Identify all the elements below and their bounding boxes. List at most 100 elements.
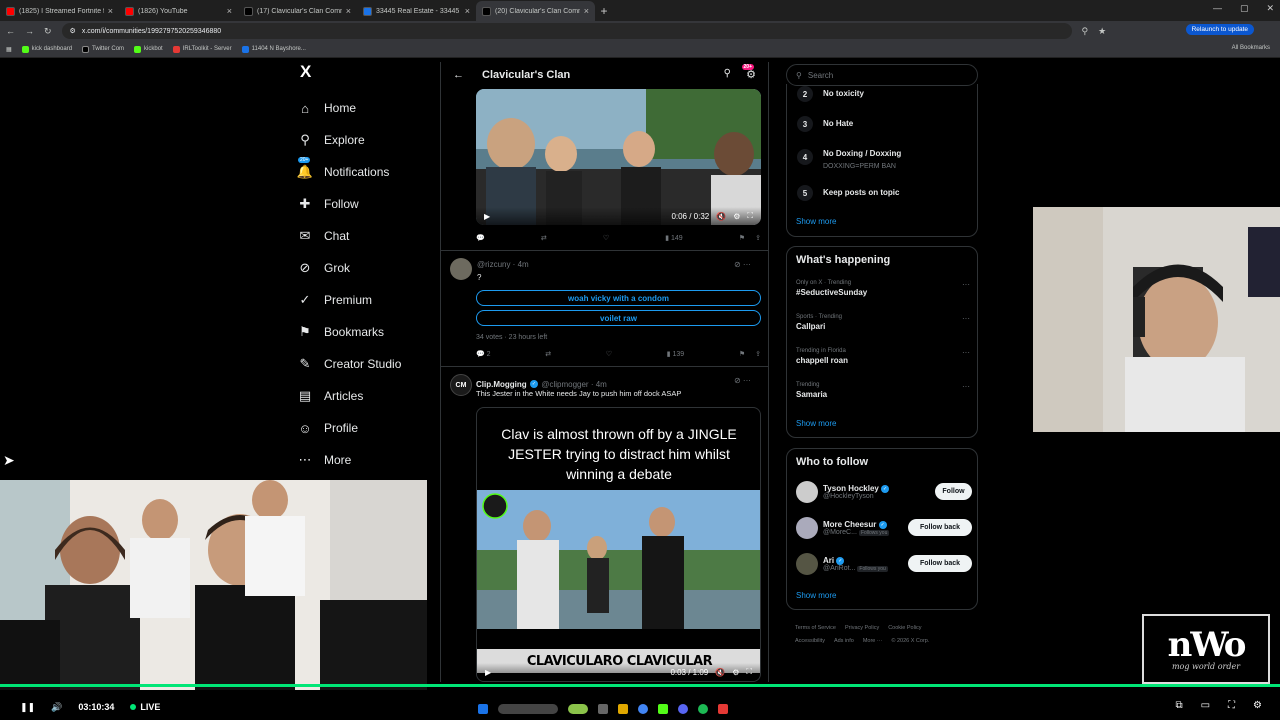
avatar[interactable] xyxy=(450,258,472,280)
star-icon[interactable]: ★ xyxy=(1098,26,1106,37)
fullscreen-icon[interactable]: ⛶ xyxy=(746,667,752,677)
page-scrollbar[interactable] xyxy=(1273,62,1278,462)
close-tab-icon[interactable]: × xyxy=(227,6,232,16)
follow-back-button[interactable]: Follow back xyxy=(908,519,972,536)
post-author[interactable]: Clip.Mogging ✓ @clipmogger · 4m xyxy=(476,376,607,390)
settings-icon[interactable]: ⚙ xyxy=(1253,700,1262,711)
post-video[interactable]: ▶ 0:06 / 0:32 🔇 ⚙ ⛶ xyxy=(476,89,761,225)
settings-icon[interactable]: ⚙ xyxy=(733,212,740,221)
close-tab-icon[interactable]: × xyxy=(584,6,589,16)
bookmark-item[interactable]: kickbot xyxy=(134,45,163,53)
site-info-icon[interactable]: ⚙ xyxy=(70,27,76,35)
share-icon[interactable]: ⇪ xyxy=(755,350,761,358)
footer-link[interactable]: More ··· xyxy=(863,638,883,644)
windows-start-icon[interactable] xyxy=(478,704,488,714)
nav-item-notifications[interactable]: 🔔 Notifications 20+ xyxy=(297,156,438,188)
footer-link[interactable]: Terms of Service xyxy=(795,625,836,631)
bookmark-icon[interactable]: ⚑ xyxy=(739,350,745,358)
share-icon[interactable]: ⇪ xyxy=(755,234,761,242)
show-more-link[interactable]: Show more xyxy=(796,419,836,428)
views-count[interactable]: ▮ 139 xyxy=(667,350,684,358)
browser-tab[interactable]: (1826) YouTube × xyxy=(119,1,238,21)
like-icon[interactable]: ♡ xyxy=(606,350,612,358)
footer-link[interactable]: © 2026 X Corp. xyxy=(891,638,929,644)
reply-icon[interactable]: 💬 xyxy=(476,234,485,242)
play-icon[interactable]: ▶ xyxy=(484,212,490,221)
back-arrow-icon[interactable]: ← xyxy=(453,69,464,81)
poll-option[interactable]: voilet raw xyxy=(476,310,761,326)
trend-item[interactable]: Only on X · Trending #SeductiveSunday ··· xyxy=(796,280,970,297)
suggested-user[interactable]: Ari ✓ @AriRot... Follows you Follow back xyxy=(796,550,972,578)
follow-back-button[interactable]: Follow back xyxy=(908,555,972,572)
fullscreen-icon[interactable]: ⛶ xyxy=(1228,700,1235,711)
nav-item-home[interactable]: ⌂ Home xyxy=(298,92,438,124)
nav-item-more[interactable]: ⋯ More xyxy=(298,444,438,476)
nav-item-bookmarks[interactable]: ⚑ Bookmarks xyxy=(298,316,438,348)
nav-item-articles[interactable]: ▤ Articles xyxy=(298,380,438,412)
maximize-icon[interactable]: ▢ xyxy=(1240,3,1249,14)
browser-tab[interactable]: (1825) I Streamed Fortnite for 1... × xyxy=(0,1,119,21)
nav-item-profile[interactable]: ☺ Profile xyxy=(298,412,438,444)
close-tab-icon[interactable]: × xyxy=(465,6,470,16)
bookmark-item[interactable]: Twitter Com xyxy=(82,45,124,53)
browser-tab[interactable]: (20) Clavicular's Clan Communi... × xyxy=(476,1,595,21)
footer-link[interactable]: Privacy Policy xyxy=(845,625,879,631)
nav-item-premium[interactable]: ✓ Premium xyxy=(298,284,438,316)
relaunch-button[interactable]: Relaunch to update xyxy=(1185,24,1254,35)
trend-item[interactable]: Trending in Florida chappell roan ··· xyxy=(796,348,970,365)
post-menu[interactable]: ⊘ ··· xyxy=(734,376,751,385)
spotify-icon[interactable] xyxy=(698,704,708,714)
forward-icon[interactable]: → xyxy=(25,26,34,36)
show-more-link[interactable]: Show more xyxy=(796,591,836,600)
close-tab-icon[interactable]: × xyxy=(346,6,351,16)
repost-icon[interactable]: ⇄ xyxy=(545,350,551,358)
minimize-icon[interactable]: — xyxy=(1213,3,1222,14)
search-input[interactable]: ⚲ Search xyxy=(786,64,978,86)
nav-item-explore[interactable]: ⚲ Explore xyxy=(298,124,438,156)
reply-count[interactable]: 💬 2 xyxy=(476,350,491,358)
post-video[interactable]: Clav is almost thrown off by a JINGLE JE… xyxy=(476,407,761,682)
nav-item-grok[interactable]: ⊘ Grok xyxy=(298,252,438,284)
suggested-user[interactable]: Tyson Hockley ✓ @HockleyTyson Follow xyxy=(796,478,972,506)
all-bookmarks-button[interactable]: All Bookmarks xyxy=(1232,45,1270,51)
reload-icon[interactable]: ↻ xyxy=(44,26,52,37)
bookmark-item[interactable]: IRLToolkit - Server xyxy=(172,45,232,53)
show-more-link[interactable]: Show more xyxy=(796,217,836,226)
back-icon[interactable]: ← xyxy=(6,26,15,36)
footer-link[interactable]: Ads info xyxy=(834,638,854,644)
close-tab-icon[interactable]: × xyxy=(108,6,113,16)
app-icon[interactable] xyxy=(718,704,728,714)
nav-item-follow[interactable]: ✚ Follow xyxy=(298,188,438,220)
browser-tab[interactable]: 33445 Real Estate - 33445 Hom... × xyxy=(357,1,476,21)
fullscreen-icon[interactable]: ⛶ xyxy=(747,211,753,221)
taskbar-search-icon[interactable] xyxy=(498,704,558,714)
repost-icon[interactable]: ⇄ xyxy=(541,234,547,242)
url-field[interactable]: ⚙ x.com/i/communities/199279752025934688… xyxy=(61,23,1072,39)
close-window-icon[interactable]: ✕ xyxy=(1266,3,1274,14)
new-tab-button[interactable]: + xyxy=(595,1,613,21)
like-icon[interactable]: ♡ xyxy=(603,234,609,242)
post-menu[interactable]: ⊘ ··· xyxy=(734,260,751,269)
taskbar-widget-icon[interactable] xyxy=(568,704,588,714)
poll-option[interactable]: woah vicky with a condom xyxy=(476,290,761,306)
views-count[interactable]: ▮ 149 xyxy=(665,234,682,242)
volume-icon[interactable]: 🔊 xyxy=(51,702,62,713)
browser-tab[interactable]: (17) Clavicular's Clan Communi... × xyxy=(238,1,357,21)
avatar[interactable]: CM xyxy=(450,374,472,396)
trend-item[interactable]: Sports · Trending Callpari ··· xyxy=(796,314,970,331)
settings-icon[interactable]: ⚙ xyxy=(732,668,739,677)
trend-item[interactable]: Trending Samaria ··· xyxy=(796,382,970,399)
footer-link[interactable]: Cookie Policy xyxy=(888,625,921,631)
mute-icon[interactable]: 🔇 xyxy=(716,212,726,221)
follow-button[interactable]: Follow xyxy=(935,483,972,500)
search-icon[interactable]: ⚲ xyxy=(724,68,731,79)
post-handle[interactable]: @rizcuny · 4m xyxy=(477,260,529,269)
pause-icon[interactable]: ❚❚ xyxy=(20,702,35,713)
footer-link[interactable]: Accessibility xyxy=(795,638,825,644)
mute-icon[interactable]: 🔇 xyxy=(715,668,725,677)
discord-icon[interactable] xyxy=(678,704,688,714)
task-view-icon[interactable] xyxy=(598,704,608,714)
nav-item-creator-studio[interactable]: ✎ Creator Studio xyxy=(298,348,438,380)
x-logo[interactable]: X xyxy=(298,62,438,92)
theater-icon[interactable]: ▭ xyxy=(1201,700,1210,711)
